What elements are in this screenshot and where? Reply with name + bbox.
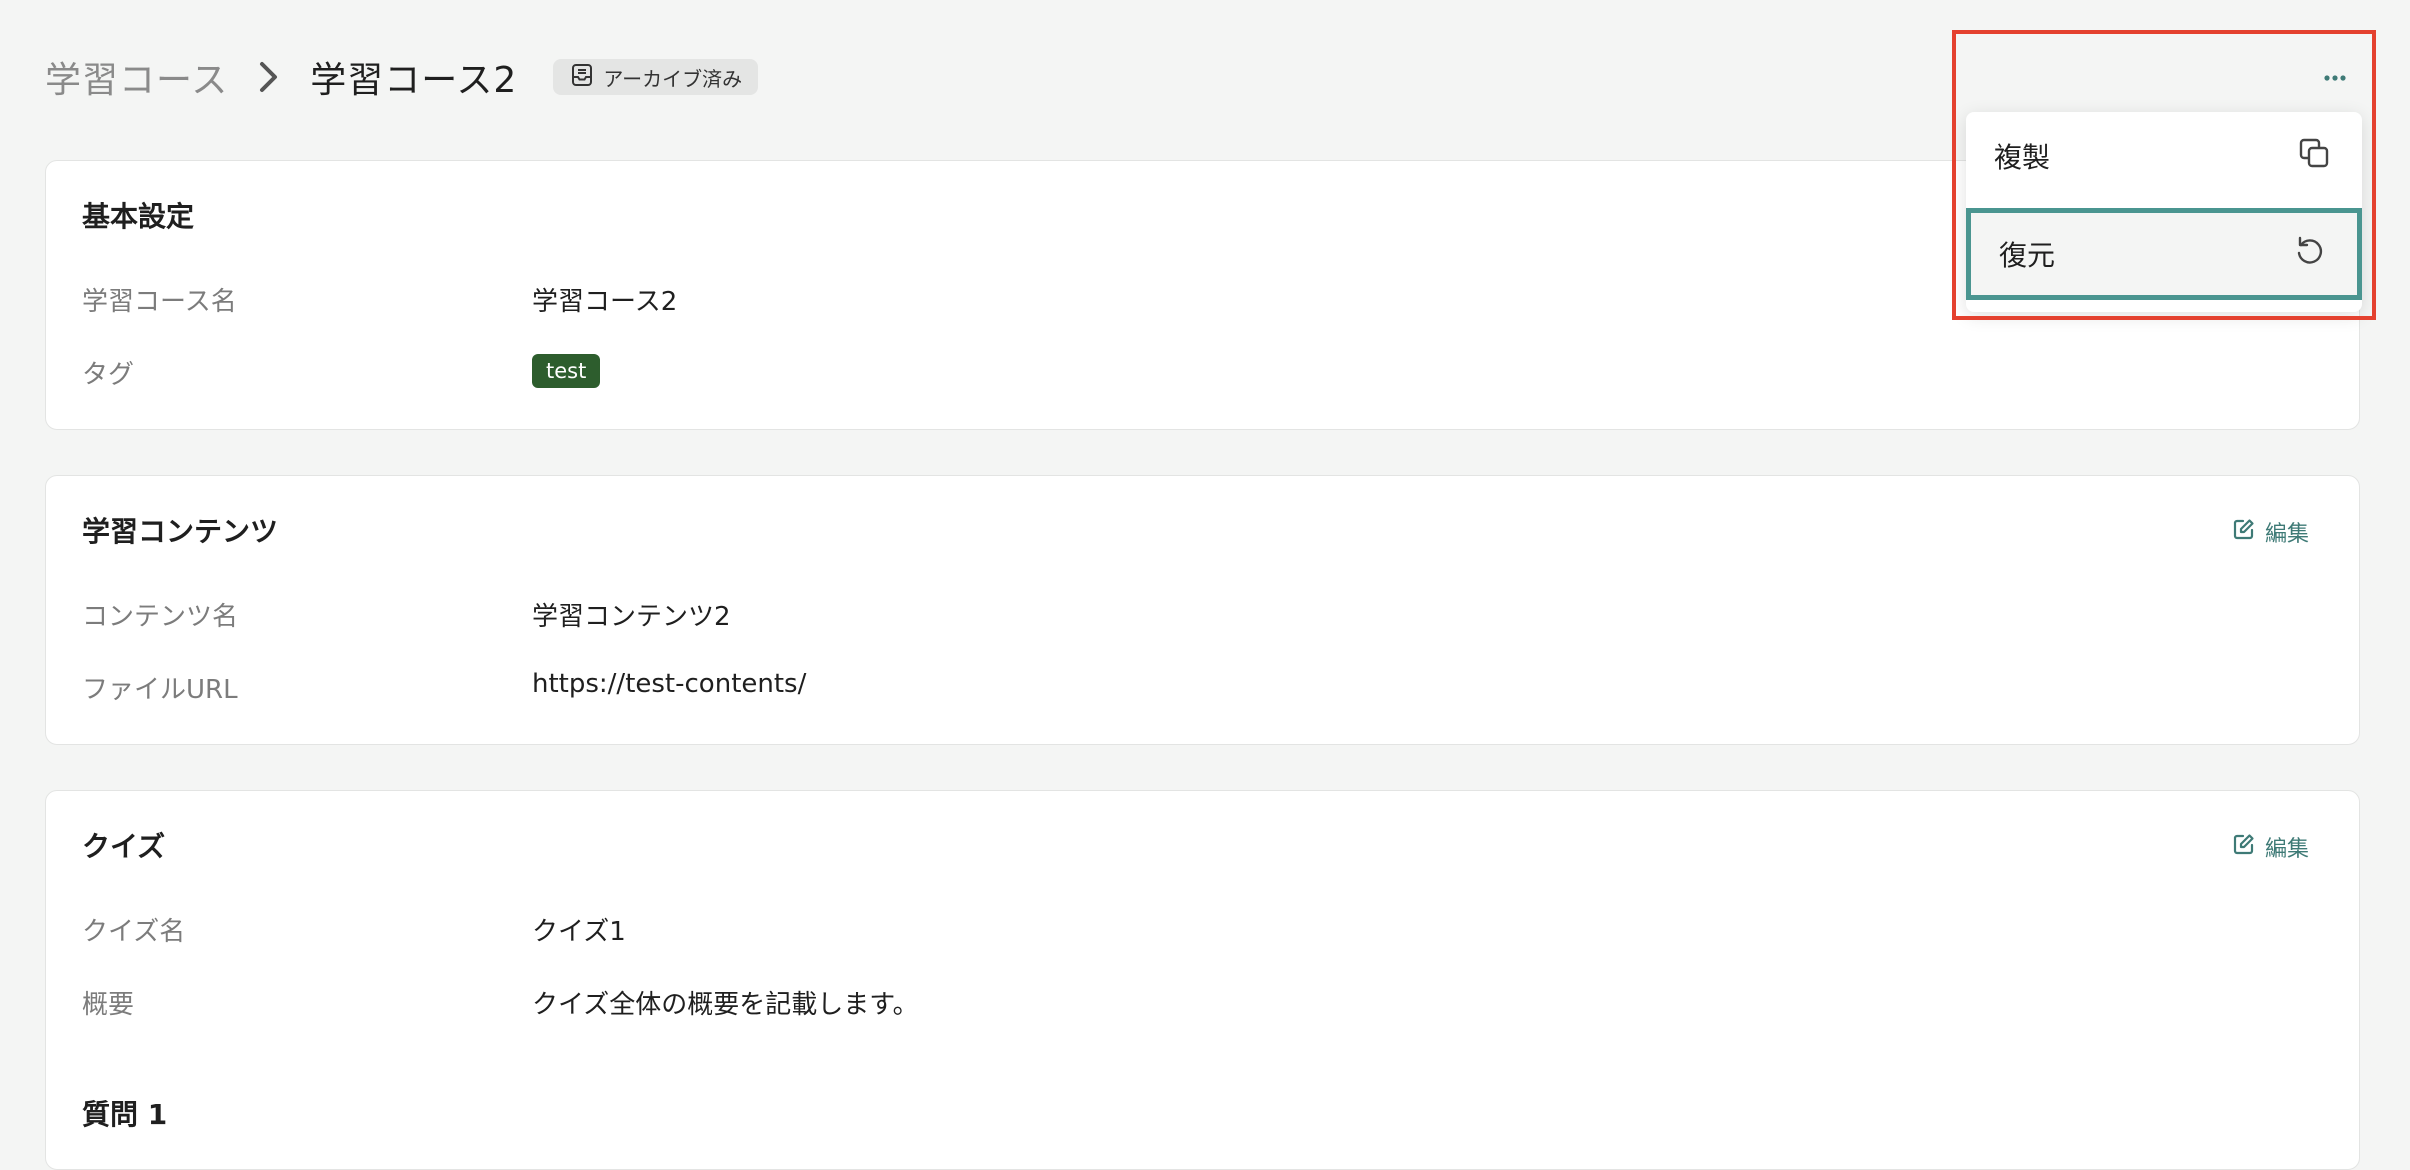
tag-chip: test [532, 354, 601, 388]
summary-label: 概要 [82, 990, 135, 1020]
question-heading: 質問 1 [82, 1098, 168, 1131]
more-actions-button[interactable] [2310, 56, 2360, 96]
chevron-right-icon [242, 50, 296, 104]
menu-item-label: 複製 [1994, 141, 2051, 174]
edit-label: 編集 [2264, 837, 2309, 862]
menu-item-duplicate[interactable]: 複製 [1966, 112, 2362, 200]
page-title: 学習コース2 [310, 60, 518, 101]
restore-icon [2293, 235, 2325, 274]
learning-content-card: 学習コンテンツ 編集 コンテンツ名 学習コンテンツ2 ファイルURL https… [45, 475, 2360, 745]
tag-label: タグ [82, 360, 135, 390]
status-badge: アーカイブ済み [553, 59, 759, 95]
edit-content-button[interactable]: 編集 [2233, 516, 2309, 548]
summary-value: クイズ全体の概要を記載します。 [532, 990, 919, 1020]
edit-quiz-button[interactable]: 編集 [2233, 831, 2309, 863]
section-title: 基本設定 [82, 200, 195, 233]
breadcrumb: 学習コース 学習コース2 アーカイブ済み [45, 50, 759, 104]
archive-icon [571, 63, 593, 92]
menu-item-restore[interactable]: 復元 [1966, 208, 2362, 300]
section-title: 学習コンテンツ [82, 515, 279, 548]
duplicate-icon [2298, 137, 2330, 176]
more-actions-menu: 複製 復元 [1966, 112, 2362, 312]
content-name-label: コンテンツ名 [82, 602, 239, 632]
file-url-value: https://test-contents/ [532, 669, 807, 699]
status-badge-label: アーカイブ済み [603, 66, 743, 91]
quiz-card: クイズ 編集 クイズ名 クイズ1 概要 クイズ全体の概要を記載します。 質問 1 [45, 790, 2360, 1170]
more-horizontal-icon [2323, 67, 2347, 86]
edit-label: 編集 [2264, 522, 2309, 547]
course-name-label: 学習コース名 [82, 287, 237, 317]
breadcrumb-parent-link[interactable]: 学習コース [45, 51, 228, 103]
section-title: クイズ [82, 830, 166, 863]
file-url-label: ファイルURL [82, 675, 238, 705]
course-name-value: 学習コース2 [532, 287, 678, 317]
edit-icon [2233, 833, 2255, 861]
quiz-name-label: クイズ名 [82, 917, 186, 947]
quiz-name-value: クイズ1 [532, 917, 626, 947]
edit-icon [2233, 518, 2255, 546]
menu-item-label: 復元 [1999, 239, 2056, 272]
content-name-value: 学習コンテンツ2 [532, 602, 731, 632]
